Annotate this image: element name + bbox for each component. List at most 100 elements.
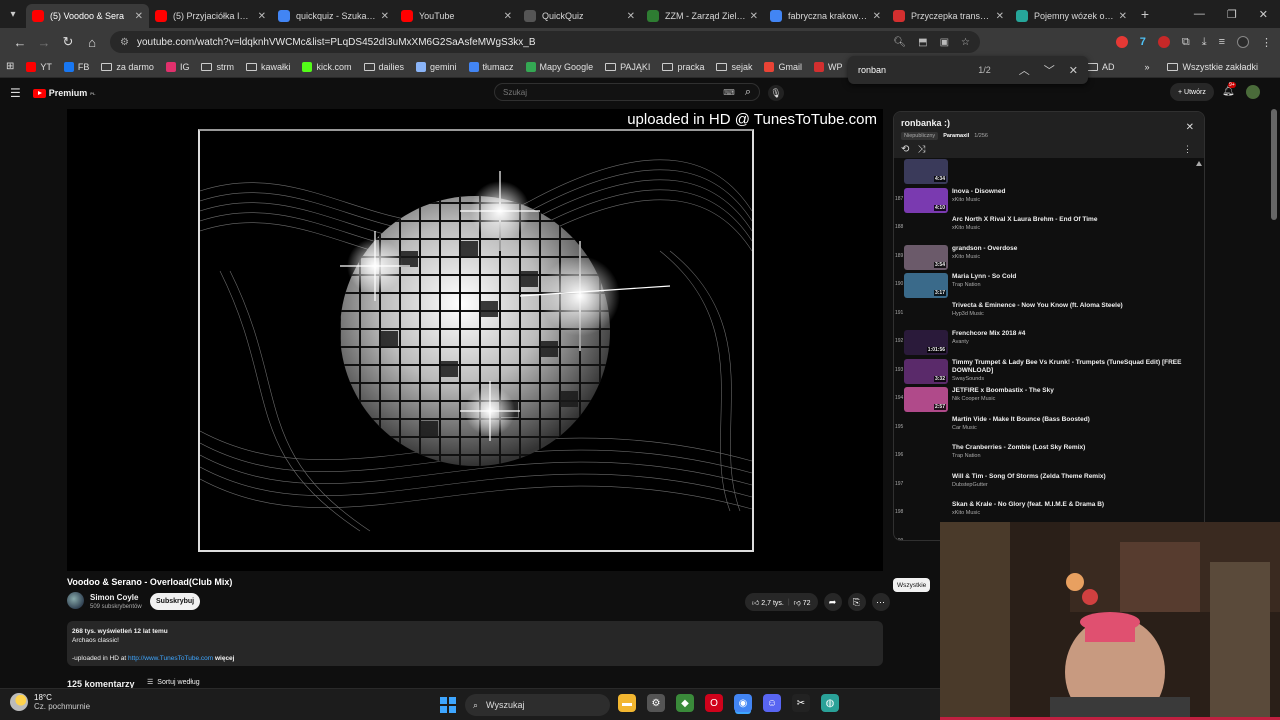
browser-tab[interactable]: Przyczepka transport ✕ xyxy=(887,4,1010,28)
playlist-item[interactable]: 194 2:57 JETFIRE x Boombastix - The Sky Nik… xyxy=(894,386,1194,415)
adblock-extension-icon[interactable] xyxy=(1157,36,1170,48)
close-tab-icon[interactable]: ✕ xyxy=(135,11,143,22)
bookmark-item[interactable]: YT xyxy=(26,61,52,72)
playlist-item[interactable]: 192 1:01:56 Frenchcore Mix 2018 #4 Avanty xyxy=(894,329,1194,358)
chip-all[interactable]: Wszystkie xyxy=(893,578,931,592)
address-bar[interactable]: ⚙ youtube.com/watch?v=ldqknhVWCMc&list=P… xyxy=(110,31,980,53)
close-tab-icon[interactable]: ✕ xyxy=(381,11,389,22)
close-tab-icon[interactable]: ✕ xyxy=(750,11,758,22)
back-icon[interactable]: ← xyxy=(8,35,32,50)
playlist-item[interactable]: 189 3:54 grandson - Overdose xKito Music xyxy=(894,244,1194,273)
bookmark-item[interactable]: strm xyxy=(201,62,234,72)
minimize-icon[interactable]: — xyxy=(1194,8,1205,21)
close-window-icon[interactable]: ✕ xyxy=(1259,8,1268,21)
bookmark-item[interactable]: kawałki xyxy=(245,62,290,72)
playlist-item-thumbnail[interactable]: 1:01:56 xyxy=(904,330,948,355)
guide-menu-icon[interactable]: ☰ xyxy=(10,86,21,100)
restore-icon[interactable]: ❐ xyxy=(1227,8,1237,21)
bookmark-item[interactable]: tłumacz xyxy=(468,61,514,72)
settings-icon[interactable]: ⚙ xyxy=(647,694,665,712)
record-extension-icon[interactable] xyxy=(1115,36,1128,48)
folder-icon[interactable]: ▬ xyxy=(618,694,636,712)
playlist-item-title[interactable]: Inova - Disowned xyxy=(952,188,1182,196)
bookmark-item[interactable]: IG xyxy=(165,61,189,72)
close-tab-icon[interactable]: ✕ xyxy=(504,11,512,22)
playlist-item-title[interactable]: Frenchcore Mix 2018 #4 xyxy=(952,330,1182,338)
playlist-item-title[interactable]: Maria Lynn - So Cold xyxy=(952,273,1182,281)
playlist-item[interactable]: 4:34 xyxy=(894,158,1194,187)
forward-icon[interactable]: → xyxy=(32,35,56,50)
like-button[interactable]: 👍︎ 2,7 tys. xyxy=(752,598,784,607)
save-icon[interactable]: ⎘ xyxy=(847,593,866,611)
bookmark-ad[interactable]: AD xyxy=(1086,62,1114,72)
bookmark-item[interactable]: Gmail xyxy=(764,61,802,72)
channel-avatar[interactable] xyxy=(67,592,84,609)
playlist-item[interactable]: 187 4:10 Inova - Disowned xKito Music xyxy=(894,187,1194,216)
browser-tab[interactable]: (5) Voodoo & Sera ✕ xyxy=(26,4,149,28)
loop-icon[interactable]: ⟲ xyxy=(901,144,909,155)
weather-widget[interactable]: 18°C Cz. pochmurnie xyxy=(10,693,90,711)
playlist-item-title[interactable]: Timmy Trumpet & Lady Bee Vs Krunk! - Tru… xyxy=(952,359,1182,375)
site-info-icon[interactable]: ⚙ xyxy=(120,37,129,48)
playlist-item-title[interactable]: The Cranberries - Zombie (Lost Sky Remix… xyxy=(952,444,1182,452)
close-tab-icon[interactable]: ✕ xyxy=(258,11,266,22)
bookmark-item[interactable]: WP xyxy=(813,61,842,72)
playlist-item-thumbnail[interactable]: 2:57 xyxy=(904,387,948,412)
discord-icon[interactable]: ☺ xyxy=(763,694,781,712)
video-player[interactable]: uploaded in HD @ TunesToTube.com xyxy=(67,109,883,571)
chrome-icon[interactable]: ◉ xyxy=(734,694,752,712)
browser-tab[interactable]: Pojemny wózek ogro ✕ xyxy=(1010,4,1133,28)
playlist-item-title[interactable]: JETFIRE x Boombastix - The Sky xyxy=(952,387,1182,395)
share-icon[interactable]: ➦ xyxy=(823,593,842,611)
reload-icon[interactable]: ↻ xyxy=(56,34,80,50)
search-icon[interactable]: ⌕ xyxy=(745,86,751,99)
browser-tab[interactable]: (5) Przyjaciółka Iwony ✕ xyxy=(149,4,272,28)
playlist-scrollbar[interactable] xyxy=(1196,159,1202,539)
playlist-item-thumbnail[interactable]: 4:34 xyxy=(904,159,948,184)
download-icon[interactable]: ⤓ xyxy=(1202,36,1207,49)
chevron-right-icon[interactable]: » xyxy=(1144,62,1149,72)
playlist-more-icon[interactable]: ⋮ xyxy=(1183,144,1192,155)
playlist-item[interactable]: 191 Trivecta & Eminence - Now You Know (f… xyxy=(894,301,1194,330)
voice-search-icon[interactable]: 🎙︎ xyxy=(768,85,784,101)
browser-tab[interactable]: ZZM - Zarząd Zieleni ✕ xyxy=(641,4,764,28)
globe-icon[interactable]: ◍ xyxy=(821,694,839,712)
playlist-item-title[interactable]: grandson - Overdose xyxy=(952,245,1182,253)
new-tab-button[interactable]: + xyxy=(1133,6,1157,22)
keyboard-icon[interactable]: ⌨ xyxy=(723,88,735,97)
browser-tab[interactable]: QuickQuiz ✕ xyxy=(518,4,641,28)
close-tab-icon[interactable]: ✕ xyxy=(873,11,881,22)
find-icon[interactable]: ▣ xyxy=(940,37,949,48)
sort-button[interactable]: ☰ Sortuj według xyxy=(147,678,200,687)
description-link[interactable]: http://www.TunesToTube.com xyxy=(128,655,213,662)
playlist-item-title[interactable]: Will & Tim - Song Of Storms (Zelda Theme… xyxy=(952,473,1182,481)
find-next-icon[interactable]: ﹀ xyxy=(1044,62,1055,78)
playlist-item-thumbnail[interactable]: 3:32 xyxy=(904,358,948,384)
more-link[interactable]: więcej xyxy=(213,655,235,662)
browser-tab[interactable]: YouTube ✕ xyxy=(395,4,518,28)
page-scrollbar[interactable] xyxy=(1271,109,1277,220)
playlist-item-thumbnail[interactable]: 3:17 xyxy=(904,273,948,298)
tab-search-button[interactable]: ▾ xyxy=(0,0,26,28)
account-avatar[interactable] xyxy=(1246,85,1260,99)
more-actions-icon[interactable]: ⋯ xyxy=(871,593,890,611)
bookmark-item[interactable]: za darmo xyxy=(101,62,154,72)
shuffle-icon[interactable]: ⤨ xyxy=(917,144,925,155)
playlist-item-thumbnail[interactable]: 4:10 xyxy=(904,187,948,213)
playlist-item[interactable]: 190 3:17 Maria Lynn - So Cold Trap Nation xyxy=(894,272,1194,301)
translate-extension-icon[interactable]: 7 xyxy=(1140,36,1146,48)
bookmark-item[interactable]: pracka xyxy=(662,62,704,72)
playlist-item-thumbnail[interactable]: 3:54 xyxy=(904,244,948,270)
notifications-bell-icon[interactable]: 🔔︎ 9+ xyxy=(1222,82,1236,97)
channel-name[interactable]: Simon Coyle xyxy=(90,593,138,602)
playlist-item-title[interactable]: Martin Vide - Make It Bounce (Bass Boost… xyxy=(952,416,1182,424)
taskbar-search[interactable]: ⌕ Wyszukaj xyxy=(465,694,610,716)
find-prev-icon[interactable]: ︿ xyxy=(1019,62,1030,78)
playlist-item-title[interactable]: Arc North X Rival X Laura Brehm - End Of… xyxy=(952,216,1182,224)
extensions-puzzle-icon[interactable]: ⧉ xyxy=(1182,36,1190,49)
bookmark-item[interactable]: sejak xyxy=(716,62,752,72)
playlist-item-title[interactable]: Skan & Krale - No Glory (feat. M.I.M.E &… xyxy=(952,501,1182,509)
chrome-menu-icon[interactable]: ⋮ xyxy=(1261,36,1272,49)
shield-icon[interactable]: ◆ xyxy=(676,694,694,712)
find-input[interactable]: ronban xyxy=(858,65,978,75)
